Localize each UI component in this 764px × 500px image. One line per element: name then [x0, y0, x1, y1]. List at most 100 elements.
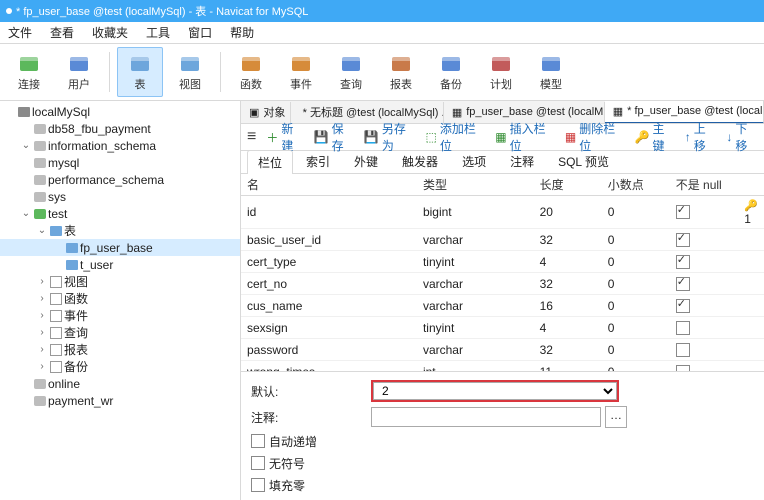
cell-name[interactable]: cus_name	[241, 295, 417, 317]
twisty-icon[interactable]: ›	[36, 293, 48, 304]
cell-len[interactable]: 20	[534, 196, 602, 229]
notnull-checkbox[interactable]	[676, 299, 690, 313]
toolbar-fx-button[interactable]: 函数	[228, 47, 274, 97]
cell-dec[interactable]: 0	[602, 273, 670, 295]
cell-name[interactable]: cert_no	[241, 273, 417, 295]
default-select[interactable]: 2	[373, 382, 617, 400]
twisty-icon[interactable]: ›	[36, 276, 48, 287]
subtab-索引[interactable]: 索引	[295, 149, 341, 173]
menu-收藏夹[interactable]: 收藏夹	[88, 22, 132, 43]
cell-len[interactable]: 11	[534, 361, 602, 372]
twisty-icon[interactable]: ›	[36, 327, 48, 338]
twisty-icon[interactable]: ⌄	[20, 208, 32, 219]
cell-dec[interactable]: 0	[602, 361, 670, 372]
comment-more-button[interactable]: …	[605, 406, 627, 428]
subtab-注释[interactable]: 注释	[499, 149, 545, 173]
toolbar-report-button[interactable]: 报表	[378, 47, 424, 97]
cell-type[interactable]: bigint	[417, 196, 534, 229]
column-row[interactable]: cus_namevarchar160	[241, 295, 764, 317]
cell-nn[interactable]	[670, 317, 739, 339]
toolbar-event-button[interactable]: 事件	[278, 47, 324, 97]
cell-dec[interactable]: 0	[602, 295, 670, 317]
cell-type[interactable]: int	[417, 361, 534, 372]
toolbar-view-button[interactable]: 视图	[167, 47, 213, 97]
menu-查看[interactable]: 查看	[46, 22, 78, 43]
cell-len[interactable]: 32	[534, 273, 602, 295]
subtab-SQL 预览[interactable]: SQL 预览	[547, 149, 620, 173]
cell-name[interactable]: cert_type	[241, 251, 417, 273]
cell-type[interactable]: varchar	[417, 273, 534, 295]
tree-mysql[interactable]: mysql	[0, 154, 240, 171]
toolbar-user-button[interactable]: 用户	[56, 47, 102, 97]
cell-len[interactable]: 32	[534, 339, 602, 361]
tree-db58_fbu_payment[interactable]: db58_fbu_payment	[0, 120, 240, 137]
cell-name[interactable]: sexsign	[241, 317, 417, 339]
tree-报表[interactable]: ›报表	[0, 341, 240, 358]
subtab-触发器[interactable]: 触发器	[391, 149, 449, 173]
col-header-nn[interactable]: 不是 null	[670, 174, 739, 196]
tree-t_user[interactable]: t_user	[0, 256, 240, 273]
cell-len[interactable]: 16	[534, 295, 602, 317]
columns-grid[interactable]: 名 类型 长度 小数点 不是 null idbigint200🔑 1basic_…	[241, 174, 764, 371]
tree-事件[interactable]: ›事件	[0, 307, 240, 324]
tree-sys[interactable]: sys	[0, 188, 240, 205]
tree-performance_schema[interactable]: performance_schema	[0, 171, 240, 188]
autoinc-checkbox[interactable]	[251, 434, 265, 448]
cell-nn[interactable]	[670, 361, 739, 372]
twisty-icon[interactable]: ⌄	[36, 225, 48, 236]
notnull-checkbox[interactable]	[676, 205, 690, 219]
menu-工具[interactable]: 工具	[142, 22, 174, 43]
cell-type[interactable]: varchar	[417, 229, 534, 251]
toolbar-connect-button[interactable]: 连接	[6, 47, 52, 97]
toolbar-backup-button[interactable]: 备份	[428, 47, 474, 97]
tree-payment_wr[interactable]: payment_wr	[0, 392, 240, 409]
subtab-外键[interactable]: 外键	[343, 149, 389, 173]
tree-视图[interactable]: ›视图	[0, 273, 240, 290]
move-down-button[interactable]: ↓ 下移	[726, 120, 758, 154]
cell-dec[interactable]: 0	[602, 251, 670, 273]
cell-type[interactable]: tinyint	[417, 251, 534, 273]
menu-文件[interactable]: 文件	[4, 22, 36, 43]
subtab-栏位[interactable]: 栏位	[247, 150, 293, 174]
cell-dec[interactable]: 0	[602, 229, 670, 251]
column-row[interactable]: cert_typetinyint40	[241, 251, 764, 273]
notnull-checkbox[interactable]	[676, 255, 690, 269]
cell-dec[interactable]: 0	[602, 196, 670, 229]
notnull-checkbox[interactable]	[676, 343, 690, 357]
subtab-选项[interactable]: 选项	[451, 149, 497, 173]
tree-表[interactable]: ⌄表	[0, 222, 240, 239]
notnull-checkbox[interactable]	[676, 365, 690, 371]
connection-tree[interactable]: localMySqldb58_fbu_payment⌄information_s…	[0, 101, 241, 500]
cell-nn[interactable]	[670, 229, 739, 251]
column-row[interactable]: idbigint200🔑 1	[241, 196, 764, 229]
cell-nn[interactable]	[670, 196, 739, 229]
cell-type[interactable]: varchar	[417, 339, 534, 361]
cell-dec[interactable]: 0	[602, 339, 670, 361]
cell-nn[interactable]	[670, 339, 739, 361]
cell-type[interactable]: varchar	[417, 295, 534, 317]
cell-nn[interactable]	[670, 295, 739, 317]
move-up-button[interactable]: ↑ 上移	[685, 120, 717, 154]
notnull-checkbox[interactable]	[676, 233, 690, 247]
tree-备份[interactable]: ›备份	[0, 358, 240, 375]
tree-online[interactable]: online	[0, 375, 240, 392]
twisty-icon[interactable]: ⌄	[20, 140, 32, 151]
tree-函数[interactable]: ›函数	[0, 290, 240, 307]
column-row[interactable]: wrong_timesint110	[241, 361, 764, 372]
notnull-checkbox[interactable]	[676, 321, 690, 335]
menu-帮助[interactable]: 帮助	[226, 22, 258, 43]
cell-len[interactable]: 32	[534, 229, 602, 251]
toolbar-query-button[interactable]: 查询	[328, 47, 374, 97]
cell-type[interactable]: tinyint	[417, 317, 534, 339]
tree-查询[interactable]: ›查询	[0, 324, 240, 341]
tree-information_schema[interactable]: ⌄information_schema	[0, 137, 240, 154]
cell-name[interactable]: id	[241, 196, 417, 229]
tree-test[interactable]: ⌄test	[0, 205, 240, 222]
toolbar-model-button[interactable]: 模型	[528, 47, 574, 97]
cell-dec[interactable]: 0	[602, 317, 670, 339]
twisty-icon[interactable]: ›	[36, 361, 48, 372]
cell-name[interactable]: wrong_times	[241, 361, 417, 372]
cell-nn[interactable]	[670, 251, 739, 273]
cell-name[interactable]: password	[241, 339, 417, 361]
menu-icon[interactable]: ≡	[247, 128, 256, 146]
